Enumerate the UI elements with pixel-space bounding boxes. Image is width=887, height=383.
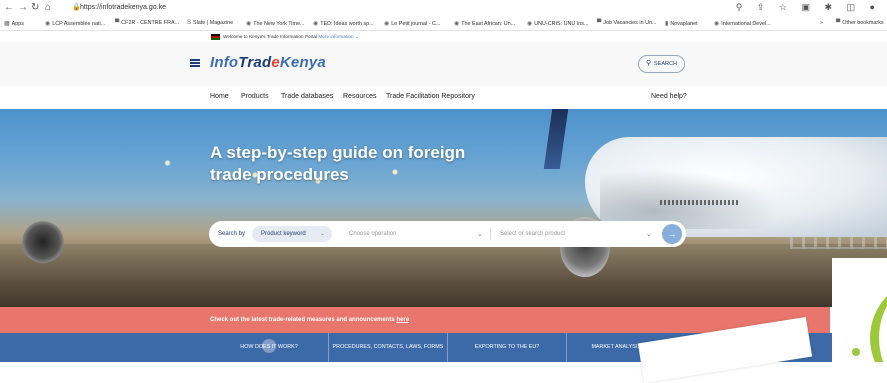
chevron-down-icon[interactable]: ⌄	[355, 34, 359, 39]
globe-icon: ◉	[313, 21, 319, 27]
apps-icon: ▦	[4, 21, 10, 27]
nav-products[interactable]: Products	[241, 93, 269, 100]
nav-trade-databases[interactable]: Trade databases	[281, 93, 333, 100]
hero-banner	[0, 109, 887, 307]
site-header: InfoTradeKenya ⚲ SEARCH	[0, 42, 887, 86]
forward-icon[interactable]: →	[18, 3, 28, 13]
folder-icon: ▀	[115, 20, 120, 26]
search-button[interactable]: ⚲ SEARCH	[638, 55, 685, 73]
nav-need-help[interactable]: Need help?	[651, 93, 687, 100]
welcome-notice: Welcome to Kenya's Trade Information Por…	[0, 31, 887, 42]
announcement-text: Check out the latest trade-related measu…	[210, 317, 395, 323]
main-navigation: Home Products Trade databases Resources …	[0, 86, 887, 109]
home-icon[interactable]: ⌂	[45, 3, 51, 13]
nav-home[interactable]: Home	[210, 93, 229, 100]
green-dot	[852, 348, 860, 356]
bookmark-item[interactable]: ▀ Job Vacancies in Un...	[597, 20, 657, 26]
more-information-link[interactable]: More information	[318, 34, 353, 39]
url-text[interactable]: https://infotradekenya.go.ke	[80, 4, 166, 11]
bookmark-item[interactable]: ◉ TED: Ideas worth sp...	[313, 20, 374, 27]
search-type-select[interactable]: Product keyword ⌄	[252, 226, 332, 242]
engine-left	[22, 221, 64, 263]
bookmark-item[interactable]: ▀ CF2R - CENTRE FRA...	[115, 20, 179, 26]
bookmark-apps[interactable]: ▦ Apps	[4, 20, 24, 27]
plane-windows	[660, 200, 740, 205]
bookmark-item[interactable]: ◉ The East African: Un...	[454, 20, 515, 27]
hero-title: A step-by-step guide on foreign trade pr…	[210, 143, 466, 184]
bookmark-item[interactable]: ◉ UNU-CRIS: UNU Ins...	[527, 20, 588, 27]
operation-select[interactable]: Choose operation	[349, 231, 396, 237]
globe-icon: ◉	[527, 21, 533, 27]
plane-tail	[543, 109, 569, 169]
announcement-bar: Check out the latest trade-related measu…	[0, 307, 830, 333]
search-by-label: Search by	[218, 231, 246, 237]
announcement-link[interactable]: here	[396, 317, 409, 323]
globe-icon: ◉	[384, 21, 390, 27]
kenya-flag-icon	[211, 34, 220, 40]
menu-icon[interactable]	[190, 59, 200, 68]
bookmark-item[interactable]: ◉ International Devel...	[714, 20, 771, 27]
tab-exporting-to-eu[interactable]: EXPORTING TO THE EU?	[448, 333, 566, 362]
decorative-graphic	[832, 258, 887, 362]
procedure-search-bar: Search by Product keyword ⌄ Choose opera…	[209, 221, 686, 247]
airport-tarmac	[0, 244, 887, 307]
chevron-down-icon: ⌄	[319, 231, 325, 237]
novaplanet-icon: ▮	[665, 21, 669, 27]
green-curve	[870, 278, 887, 362]
site-logo[interactable]: InfoTradeKenya	[210, 54, 326, 71]
back-icon[interactable]: ←	[4, 3, 14, 13]
notice-text: Welcome to Kenya's Trade Information Por…	[223, 34, 318, 39]
folder-icon: ▀	[597, 20, 602, 26]
product-search-input[interactable]: Select or search product	[500, 231, 565, 237]
browser-address-bar: ← → ↻ ⌂ 🔒 https://infotradekenya.go.ke ⚲…	[0, 0, 887, 17]
go-arrow-button[interactable]: →	[662, 224, 682, 244]
search-icon: ⚲	[646, 60, 652, 67]
bookmark-item[interactable]: ◉ LCP Assemblée nati...	[45, 20, 105, 27]
chevron-down-icon[interactable]: ⌄	[477, 230, 483, 238]
divider	[490, 228, 491, 240]
reload-icon[interactable]: ↻	[31, 3, 39, 13]
browser-toolbar-icons[interactable]: ⚲ ⇪ ☆ ▣ ✱ ◫ ●	[736, 2, 881, 13]
folder-icon: ▀	[836, 20, 841, 26]
bookmark-other[interactable]: ▀ Other bookmarks	[836, 20, 884, 26]
bookmark-item[interactable]: ▮ Novaplanet	[665, 20, 698, 27]
nav-resources[interactable]: Resources	[343, 93, 376, 100]
nav-trade-facilitation-repository[interactable]: Trade Facilitation Repository	[386, 93, 475, 100]
globe-icon: ◉	[246, 21, 252, 27]
bookmark-item[interactable]: ◉ Le Petit journal - C...	[384, 20, 440, 27]
tab-procedures[interactable]: PROCEDURES, CONTACTS, LAWS, FORMS	[329, 333, 447, 362]
bookmarks-bar: ▦ Apps ◉ LCP Assemblée nati... ▀ CF2R - CEN…	[0, 17, 887, 31]
globe-icon: ◉	[45, 21, 51, 27]
slate-icon: S	[187, 20, 192, 26]
cursor-highlight	[262, 339, 276, 353]
plane-shadow	[600, 169, 780, 229]
chevron-down-icon[interactable]: ⌄	[646, 230, 652, 238]
globe-icon: ◉	[714, 21, 720, 27]
bookmark-item[interactable]: ◉ The New York Time...	[246, 20, 304, 27]
bookmarks-overflow[interactable]: »	[820, 20, 823, 26]
bookmark-item[interactable]: S Slate | Magazine	[187, 20, 233, 26]
globe-icon: ◉	[454, 21, 460, 27]
